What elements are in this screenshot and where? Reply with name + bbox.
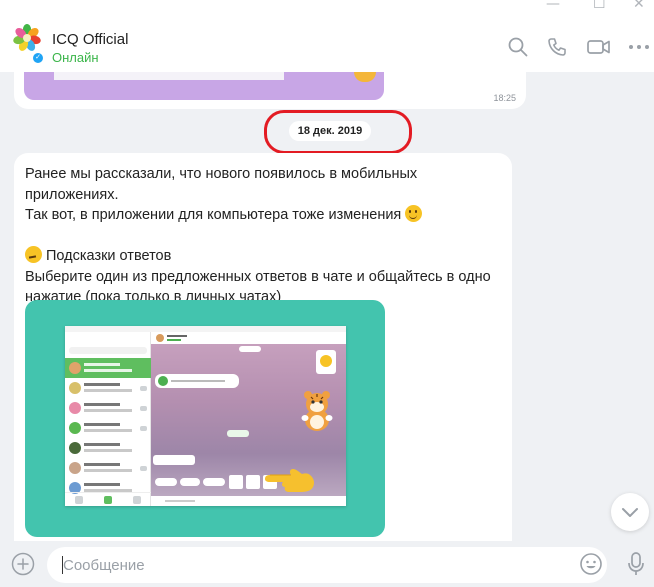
verified-badge-icon: ✓ — [32, 52, 44, 64]
message-bubble[interactable]: Ранее мы рассказали, что нового появилос… — [14, 153, 512, 547]
search-icon[interactable] — [507, 36, 529, 58]
microphone-icon[interactable] — [626, 551, 646, 577]
feature-title: Подсказки ответов — [46, 248, 172, 264]
chat-title[interactable]: ICQ Official — [52, 31, 128, 48]
text-caret — [62, 556, 63, 574]
message-input[interactable] — [47, 547, 607, 583]
message-line: Ранее мы рассказали, что нового появилос… — [25, 166, 418, 203]
previous-message-image[interactable] — [24, 72, 384, 100]
message-screenshot-image[interactable] — [25, 300, 385, 537]
more-options-icon[interactable] — [628, 36, 650, 58]
icq-flower-avatar[interactable] — [13, 24, 41, 52]
emoji-picker-icon[interactable] — [579, 552, 603, 576]
window-titlebar: — ☐ ✕ — [0, 0, 654, 12]
thumbs-up-sticker-icon — [354, 72, 376, 82]
chevron-down-icon — [622, 508, 638, 517]
scroll-to-bottom-button[interactable] — [611, 493, 649, 531]
highlight-ring — [264, 110, 412, 154]
composer-bar — [0, 541, 654, 587]
message-text: Ранее мы рассказали, что нового появилос… — [25, 164, 505, 308]
video-call-icon[interactable] — [586, 36, 612, 58]
chat-status: Онлайн — [52, 50, 99, 65]
phone-icon[interactable] — [546, 36, 568, 58]
add-attachment-button[interactable] — [11, 552, 35, 576]
previous-message-bubble[interactable]: 18:25 — [14, 72, 526, 109]
smile-emoji-icon — [405, 205, 423, 222]
pointing-hand-icon — [265, 469, 314, 492]
message-time: 18:25 — [493, 93, 516, 103]
tiger-sticker-icon — [301, 391, 333, 431]
thinking-emoji-icon — [25, 246, 42, 263]
message-line: Так вот, в приложении для компьютера тож… — [25, 207, 402, 223]
message-line: Выберите один из предложенных ответов в … — [25, 268, 491, 285]
